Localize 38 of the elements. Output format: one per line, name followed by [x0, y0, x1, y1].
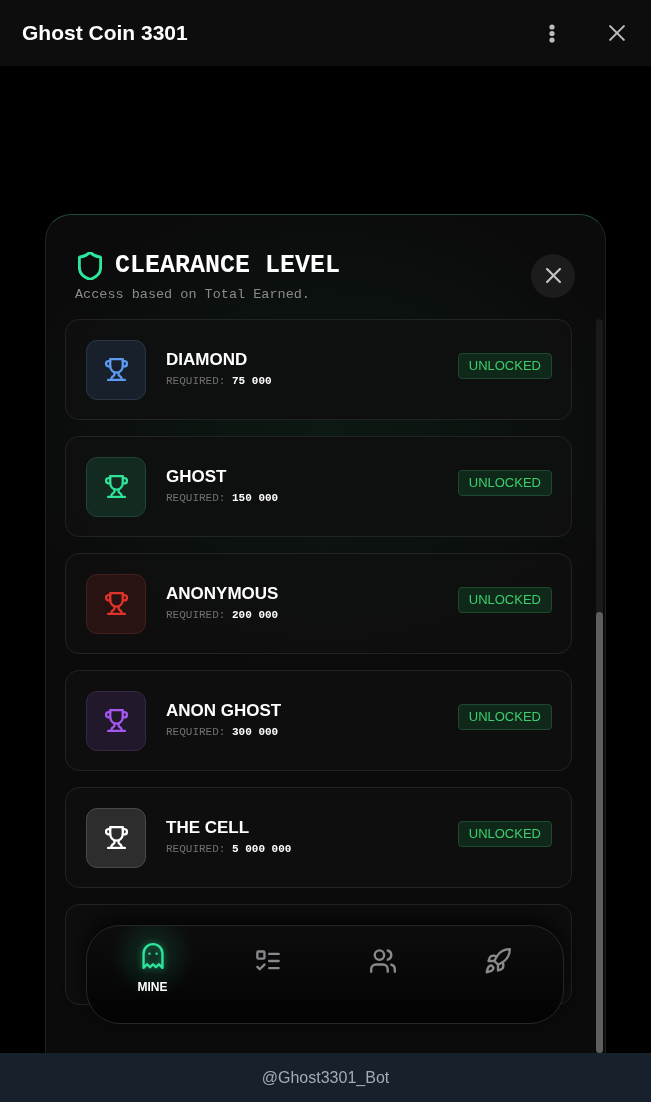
level-name: ANONYMOUS — [166, 584, 279, 604]
status-badge: UNLOCKED — [457, 470, 552, 496]
status-badge: UNLOCKED — [457, 353, 552, 379]
close-icon[interactable] — [609, 25, 625, 41]
trophy-icon — [86, 456, 146, 517]
more-options-icon[interactable] — [549, 23, 555, 43]
level-name: DIAMOND — [166, 350, 248, 370]
users-icon — [369, 948, 396, 974]
trophy-icon — [86, 690, 146, 751]
shield-icon — [78, 252, 102, 280]
status-badge: UNLOCKED — [457, 821, 552, 847]
requirement-value: 75 000 — [232, 374, 272, 389]
level-name: GHOST — [166, 467, 227, 487]
status-badge: UNLOCKED — [457, 704, 552, 730]
rocket-icon — [484, 948, 511, 974]
trophy-icon — [86, 807, 146, 868]
status-badge: UNLOCKED — [457, 587, 552, 613]
requirement-value: 300 000 — [232, 725, 279, 740]
trophy-icon — [86, 339, 146, 400]
modal-subtitle: Access based on Total Earned. — [75, 286, 310, 304]
level-name: ANON GHOST — [166, 701, 282, 721]
trophy-icon — [86, 573, 146, 634]
modal-title: CLEARANCE LEVEL — [115, 251, 341, 281]
requirement-label: REQUIRED: — [166, 725, 226, 740]
requirement-label: REQUIRED: — [166, 491, 226, 506]
bot-username: @Ghost3301_Bot — [261, 1067, 390, 1088]
close-icon — [545, 268, 561, 283]
app-title: Ghost Coin 3301 — [22, 20, 188, 46]
requirement-label: REQUIRED: — [166, 608, 226, 623]
requirement-value: 200 000 — [232, 608, 279, 623]
close-button[interactable] — [531, 253, 575, 298]
level-name: THE CELL — [166, 818, 250, 838]
scrollbar-thumb[interactable] — [596, 612, 603, 1053]
requirement-value: 5 000 000 — [232, 842, 292, 857]
ghost-icon — [139, 943, 166, 969]
requirement-label: REQUIRED: — [166, 374, 226, 389]
requirement-value: 150 000 — [232, 491, 279, 506]
requirement-label: REQUIRED: — [166, 842, 226, 857]
